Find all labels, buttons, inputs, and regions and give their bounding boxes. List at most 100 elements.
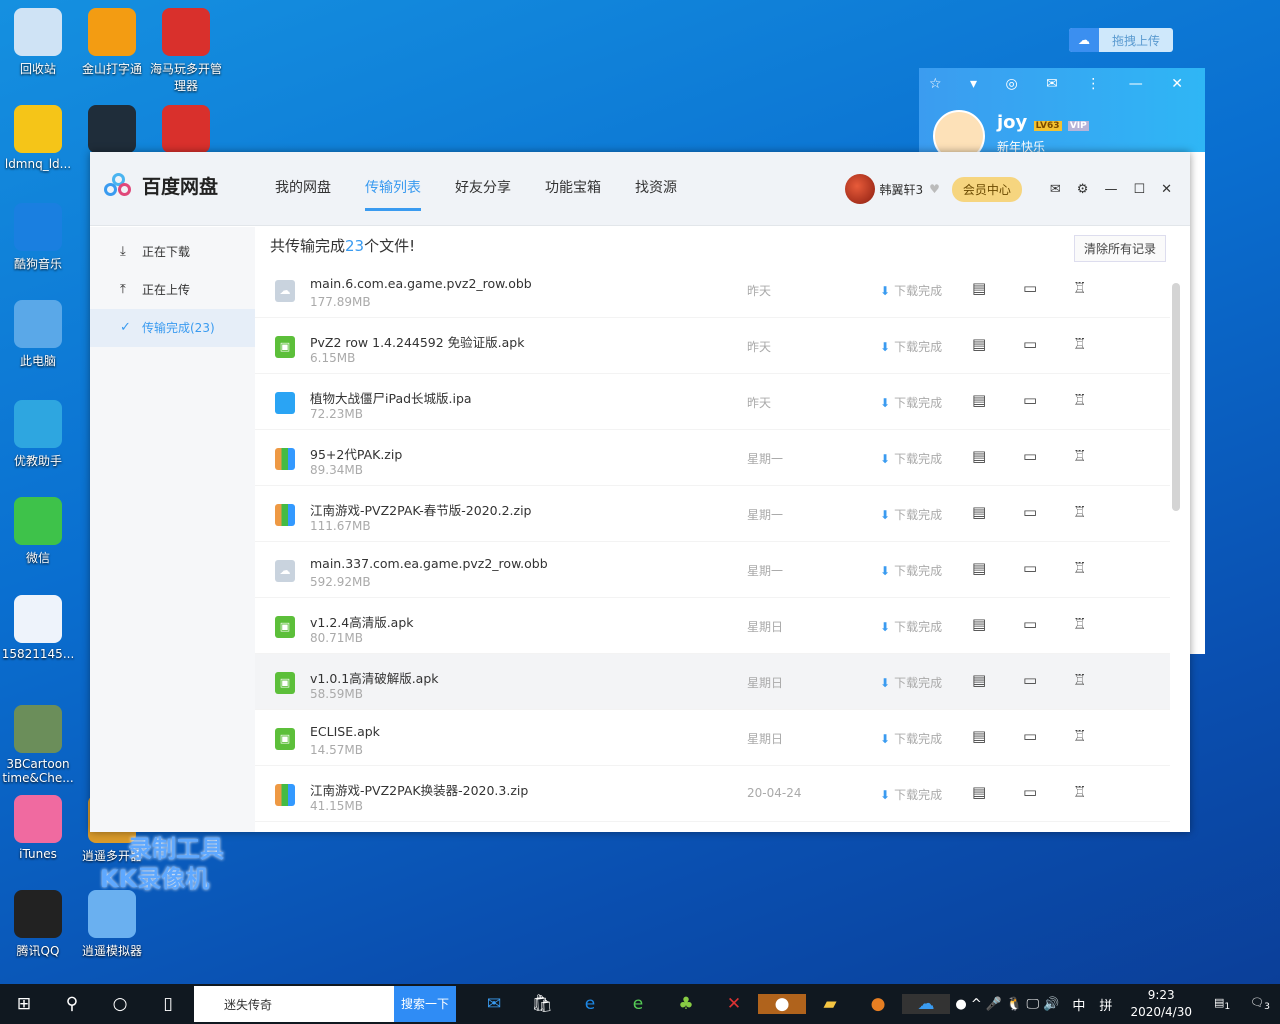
minimize-button[interactable]: — [1104,182,1117,197]
desktop-icon[interactable]: 腾讯QQ [0,890,76,959]
desktop-icon[interactable]: 回收站 [0,8,76,77]
android-app-icon[interactable]: ♣ [662,994,710,1014]
mail-icon[interactable]: ✉ [1050,182,1061,197]
clear-record-broom-icon[interactable]: ♖ [1073,503,1086,521]
scrollbar[interactable] [1172,279,1180,809]
tab-2[interactable]: 好友分享 [455,152,511,226]
desktop-icon[interactable] [148,105,224,157]
vip-center-button[interactable]: 会员中心 [951,176,1022,202]
file-row[interactable]: 江南游戏-PVZ2PAK换装器-2020.3.zip 41.15MB 20-04… [255,766,1170,822]
cortana-icon[interactable]: ○ [96,994,144,1014]
open-folder-icon[interactable]: ▭ [1023,783,1037,801]
maximize-button[interactable]: ☐ [1133,182,1145,197]
open-folder-icon[interactable]: ▭ [1023,503,1037,521]
sidebar-item[interactable]: ⤓ 正在下载 [90,233,255,271]
open-folder-icon[interactable]: ▭ [1023,727,1037,745]
desktop-icon[interactable]: 金山打字通 [74,8,150,77]
start-button[interactable]: ⊞ [0,994,48,1014]
open-folder-icon[interactable]: ▭ [1023,391,1037,409]
desktop-icon[interactable]: 3BCartoon time&Che... [0,705,76,785]
desktop-icon[interactable]: iTunes [0,795,76,861]
file-row[interactable]: ▣ v1.0.1高清破解版.apk 58.59MB 星期日 ⬇ 下载完成 ▤ ▭ … [255,654,1170,710]
file-details-icon[interactable]: ▤ [972,559,986,577]
taskbar-search-input[interactable]: 迷失传奇 [194,986,394,1022]
desktop-icon[interactable]: 酷狗音乐 [0,203,76,272]
open-folder-icon[interactable]: ▭ [1023,279,1037,297]
clear-record-broom-icon[interactable]: ♖ [1073,447,1086,465]
game-icon[interactable]: ● [854,994,902,1014]
clear-all-records-button[interactable]: 清除所有记录 [1073,235,1166,262]
file-details-icon[interactable]: ▤ [972,615,986,633]
file-row[interactable]: 江南游戏-PVZ2PAK-春节版-2020.2.zip 111.67MB 星期一… [255,486,1170,542]
desktop-icon[interactable]: 15821145... [0,595,76,661]
store-icon[interactable]: 🛍 [518,994,566,1014]
sidebar-item[interactable]: ✓ 传输完成(23) [90,309,255,347]
clear-record-broom-icon[interactable]: ♖ [1073,335,1086,353]
file-details-icon[interactable]: ▤ [972,447,986,465]
clear-record-broom-icon[interactable]: ♖ [1073,783,1086,801]
file-row[interactable]: ☁ main.337.com.ea.game.pvz2_row.obb 592.… [255,542,1170,598]
open-folder-icon[interactable]: ▭ [1023,671,1037,689]
desktop-icon[interactable]: 优教助手 [0,400,76,469]
ime-indicator[interactable]: 中 [1072,995,1085,1014]
clear-record-broom-icon[interactable]: ♖ [1073,727,1086,745]
tab-0[interactable]: 我的网盘 [275,152,331,226]
desktop-icon[interactable]: ldmnq_ld... [0,105,76,171]
scrollbar-thumb[interactable] [1172,283,1180,511]
file-details-icon[interactable]: ▤ [972,391,986,409]
clock[interactable]: 9:23 2020/4/30 [1130,987,1192,1021]
clear-record-broom-icon[interactable]: ♖ [1073,391,1086,409]
settings-icon[interactable]: ⚙ [1077,182,1089,197]
app-icon[interactable]: ● [758,994,806,1014]
task-badge[interactable]: ▤1 [1214,996,1230,1012]
open-folder-icon[interactable]: ▭ [1023,615,1037,633]
search-icon[interactable]: ⚲ [48,994,96,1014]
browser-360-icon[interactable]: e [614,994,662,1014]
task-view-icon[interactable]: ▯ [144,994,192,1014]
clear-record-broom-icon[interactable]: ♖ [1073,559,1086,577]
file-explorer-icon[interactable]: ▰ [806,994,854,1014]
file-date: 星期日 [747,676,784,690]
file-row[interactable]: 植物大战僵尸iPad长城版.ipa 72.23MB 昨天 ⬇ 下载完成 ▤ ▭ ♖ [255,374,1170,430]
drag-upload-widget[interactable]: ☁ 拖拽上传 [1069,28,1173,52]
mail-app-icon[interactable]: ✉ [470,994,518,1014]
clear-record-broom-icon[interactable]: ♖ [1073,671,1086,689]
tray-icons[interactable]: ● ^ 🎤 🐧 🖵 🔊 [955,997,1059,1012]
file-row[interactable]: 95+2代PAK.zip 89.34MB 星期一 ⬇ 下载完成 ▤ ▭ ♖ [255,430,1170,486]
username[interactable]: 韩翼轩3 [879,181,923,198]
tab-1[interactable]: 传输列表 [365,152,421,211]
file-details-icon[interactable]: ▤ [972,279,986,297]
file-details-icon[interactable]: ▤ [972,503,986,521]
baidu-netdisk-taskbar-icon[interactable]: ☁ [902,994,950,1014]
desktop-icon[interactable]: 海马玩多开管理器 [148,8,224,94]
desktop-icon[interactable]: 此电脑 [0,300,76,369]
file-row[interactable]: ▣ PvZ2 row 1.4.244592 免验证版.apk 6.15MB 昨天… [255,318,1170,374]
notification-center-icon[interactable]: 🗨3 [1250,996,1270,1012]
file-details-icon[interactable]: ▤ [972,783,986,801]
edge-icon[interactable]: e [566,994,614,1014]
file-row[interactable]: ▣ v1.2.4高清版.apk 80.71MB 星期日 ⬇ 下载完成 ▤ ▭ ♖ [255,598,1170,654]
file-details-icon[interactable]: ▤ [972,671,986,689]
desktop-icon[interactable]: 逍遥模拟器 [74,890,150,959]
open-folder-icon[interactable]: ▭ [1023,447,1037,465]
open-folder-icon[interactable]: ▭ [1023,335,1037,353]
user-avatar[interactable] [845,174,876,204]
file-details-icon[interactable]: ▤ [972,335,986,353]
clear-record-broom-icon[interactable]: ♖ [1073,615,1086,633]
file-row[interactable]: ☁ main.6.com.ea.game.pvz2_row.obb 177.89… [255,262,1170,318]
zip-file-icon [275,448,295,470]
taskbar-search-button[interactable]: 搜索一下 [394,986,456,1022]
app-icon [88,890,136,938]
keyboard-icon[interactable]: 拼 [1099,995,1112,1014]
open-folder-icon[interactable]: ▭ [1023,559,1037,577]
file-details-icon[interactable]: ▤ [972,727,986,745]
desktop-icon[interactable]: 微信 [0,497,76,566]
tab-4[interactable]: 找资源 [635,152,677,226]
clear-record-broom-icon[interactable]: ♖ [1073,279,1086,297]
file-row[interactable]: ▣ ECLISE.apk 14.57MB 星期日 ⬇ 下载完成 ▤ ▭ ♖ [255,710,1170,766]
sidebar-item[interactable]: ⤒ 正在上传 [90,271,255,309]
tab-3[interactable]: 功能宝箱 [545,152,601,226]
close-button[interactable]: ✕ [1161,182,1172,197]
qq-toolbar-icons[interactable]: ☆ ▾ ◎ ✉ ⋮ — ✕ [929,76,1195,92]
haima-icon[interactable]: ✕ [710,994,758,1014]
